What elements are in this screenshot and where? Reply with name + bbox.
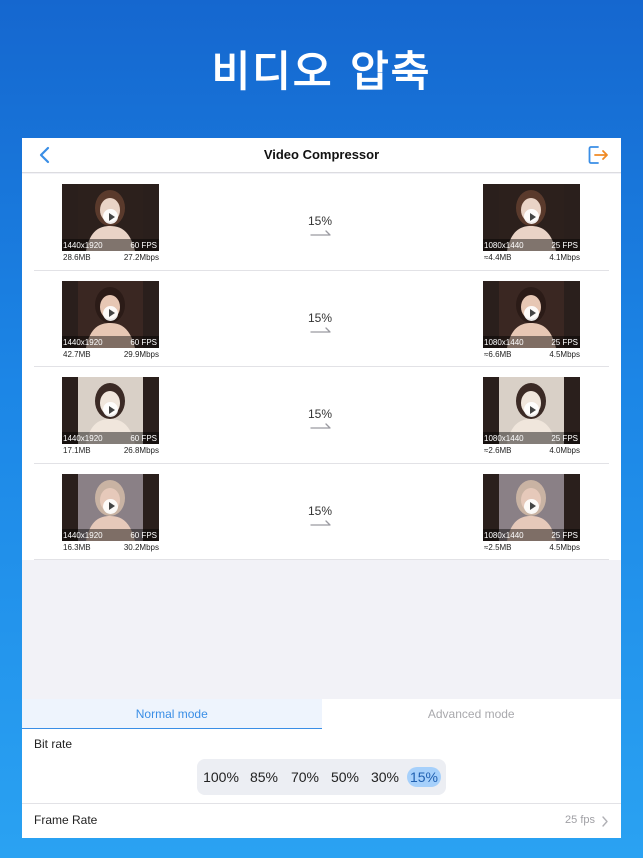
bitrate-option[interactable]: 50% <box>327 767 363 787</box>
compression-percent: 15% <box>307 407 333 421</box>
bitrate-option[interactable]: 30% <box>367 767 403 787</box>
output-video-thumbnail[interactable]: 1080x1440 25 FPS <box>483 184 580 251</box>
output-size: ≈2.5MB <box>484 542 512 552</box>
source-video-thumbnail[interactable]: 1440x1920 60 FPS <box>62 280 159 348</box>
screen-title: Video Compressor <box>263 147 380 162</box>
video-row[interactable]: 1440x1920 60 FPS 17.1MB 26.8Mbps 15% 108… <box>22 367 621 464</box>
play-icon[interactable] <box>524 209 539 224</box>
hero-title: 비디오 압축 <box>211 47 432 96</box>
output-fps: 25 FPS <box>551 241 578 250</box>
source-resolution: 1440x1920 <box>63 434 103 443</box>
source-bitrate: 30.2Mbps <box>123 542 159 552</box>
play-icon[interactable] <box>524 498 539 514</box>
output-size: ≈4.4MB <box>484 253 512 262</box>
export-icon[interactable] <box>587 144 609 166</box>
play-icon[interactable] <box>103 402 118 417</box>
output-bitrate: 4.5Mbps <box>549 349 580 359</box>
bitrate-selector: 100% 85% 70% 50% 30% 15% <box>197 759 446 795</box>
output-resolution: 1080x1440 <box>484 337 524 347</box>
source-size: 16.3MB <box>63 542 91 552</box>
mode-tabs: Normal mode Advanced mode <box>22 699 621 729</box>
output-fps: 25 FPS <box>551 337 578 347</box>
app-window: Video Compressor 1440x1920 60 FPS 28.6MB <box>22 138 621 838</box>
compression-percent: 15% <box>307 310 333 325</box>
source-bitrate: 29.9Mbps <box>123 349 159 359</box>
arrow-right-icon <box>310 519 331 526</box>
video-row[interactable]: 1440x1920 60 FPS 16.3MB 30.2Mbps 15% 108… <box>22 464 621 561</box>
chevron-right-icon <box>602 816 608 827</box>
arrow-right-icon <box>310 423 331 429</box>
source-fps: 60 FPS <box>130 337 157 347</box>
compression-percent: 15% <box>307 214 333 228</box>
arrow-right-icon <box>310 230 331 236</box>
settings-panel: Bit rate 100% 85% 70% 50% 30% 15% Frame Rate … <box>22 729 621 838</box>
bitrate-label: Bit rate <box>34 737 73 751</box>
frame-rate-label: Frame Rate <box>34 813 98 827</box>
output-fps: 25 FPS <box>551 434 578 443</box>
navigation-bar: Video Compressor <box>22 138 621 173</box>
source-resolution: 1440x1920 <box>63 337 103 347</box>
tab-normal-mode[interactable]: Normal mode <box>22 699 322 729</box>
source-bitrate: 27.2Mbps <box>123 253 159 262</box>
output-resolution: 1080x1440 <box>484 434 524 443</box>
output-video-thumbnail[interactable]: 1080x1440 25 FPS <box>483 377 580 444</box>
bitrate-option[interactable]: 85% <box>245 767 283 787</box>
source-fps: 60 FPS <box>130 434 157 443</box>
arrow-right-icon <box>310 326 331 333</box>
compression-percent: 15% <box>307 503 333 518</box>
output-bitrate: 4.1Mbps <box>549 253 580 262</box>
video-row[interactable]: 1440x1920 60 FPS 28.6MB 27.2Mbps 15% 108… <box>22 174 621 271</box>
play-icon[interactable] <box>103 209 118 224</box>
output-video-thumbnail[interactable]: 1080x1440 25 FPS <box>483 473 580 541</box>
output-size: ≈6.6MB <box>484 349 512 359</box>
source-size: 28.6MB <box>63 253 91 262</box>
play-icon[interactable] <box>103 498 118 514</box>
source-resolution: 1440x1920 <box>63 241 103 250</box>
bitrate-option[interactable]: 15% <box>407 767 441 787</box>
play-icon[interactable] <box>524 305 539 321</box>
source-resolution: 1440x1920 <box>63 530 103 540</box>
bitrate-option[interactable]: 100% <box>201 767 241 787</box>
output-video-thumbnail[interactable]: 1080x1440 25 FPS <box>483 280 580 348</box>
output-fps: 25 FPS <box>551 530 578 540</box>
source-size: 17.1MB <box>63 446 91 455</box>
source-video-thumbnail[interactable]: 1440x1920 60 FPS <box>62 377 159 444</box>
output-bitrate: 4.5Mbps <box>549 542 580 552</box>
frame-rate-row[interactable]: Frame Rate 25 fps <box>22 803 621 838</box>
source-video-thumbnail[interactable]: 1440x1920 60 FPS <box>62 473 159 541</box>
output-bitrate: 4.0Mbps <box>549 446 580 455</box>
source-fps: 60 FPS <box>130 241 157 250</box>
play-icon[interactable] <box>524 402 539 417</box>
video-row[interactable]: 1440x1920 60 FPS 42.7MB 29.9Mbps 15% 108… <box>22 271 621 368</box>
tab-advanced-mode[interactable]: Advanced mode <box>321 699 621 729</box>
output-resolution: 1080x1440 <box>484 530 524 540</box>
output-size: ≈2.6MB <box>484 446 512 455</box>
play-icon[interactable] <box>103 305 118 321</box>
video-list: 1440x1920 60 FPS 28.6MB 27.2Mbps 15% 108… <box>22 174 621 560</box>
source-video-thumbnail[interactable]: 1440x1920 60 FPS <box>62 184 159 251</box>
source-bitrate: 26.8Mbps <box>123 446 159 455</box>
frame-rate-value: 25 fps <box>565 814 595 826</box>
source-size: 42.7MB <box>63 349 91 359</box>
source-fps: 60 FPS <box>130 530 157 540</box>
output-resolution: 1080x1440 <box>484 241 524 250</box>
bitrate-option[interactable]: 70% <box>287 767 323 787</box>
